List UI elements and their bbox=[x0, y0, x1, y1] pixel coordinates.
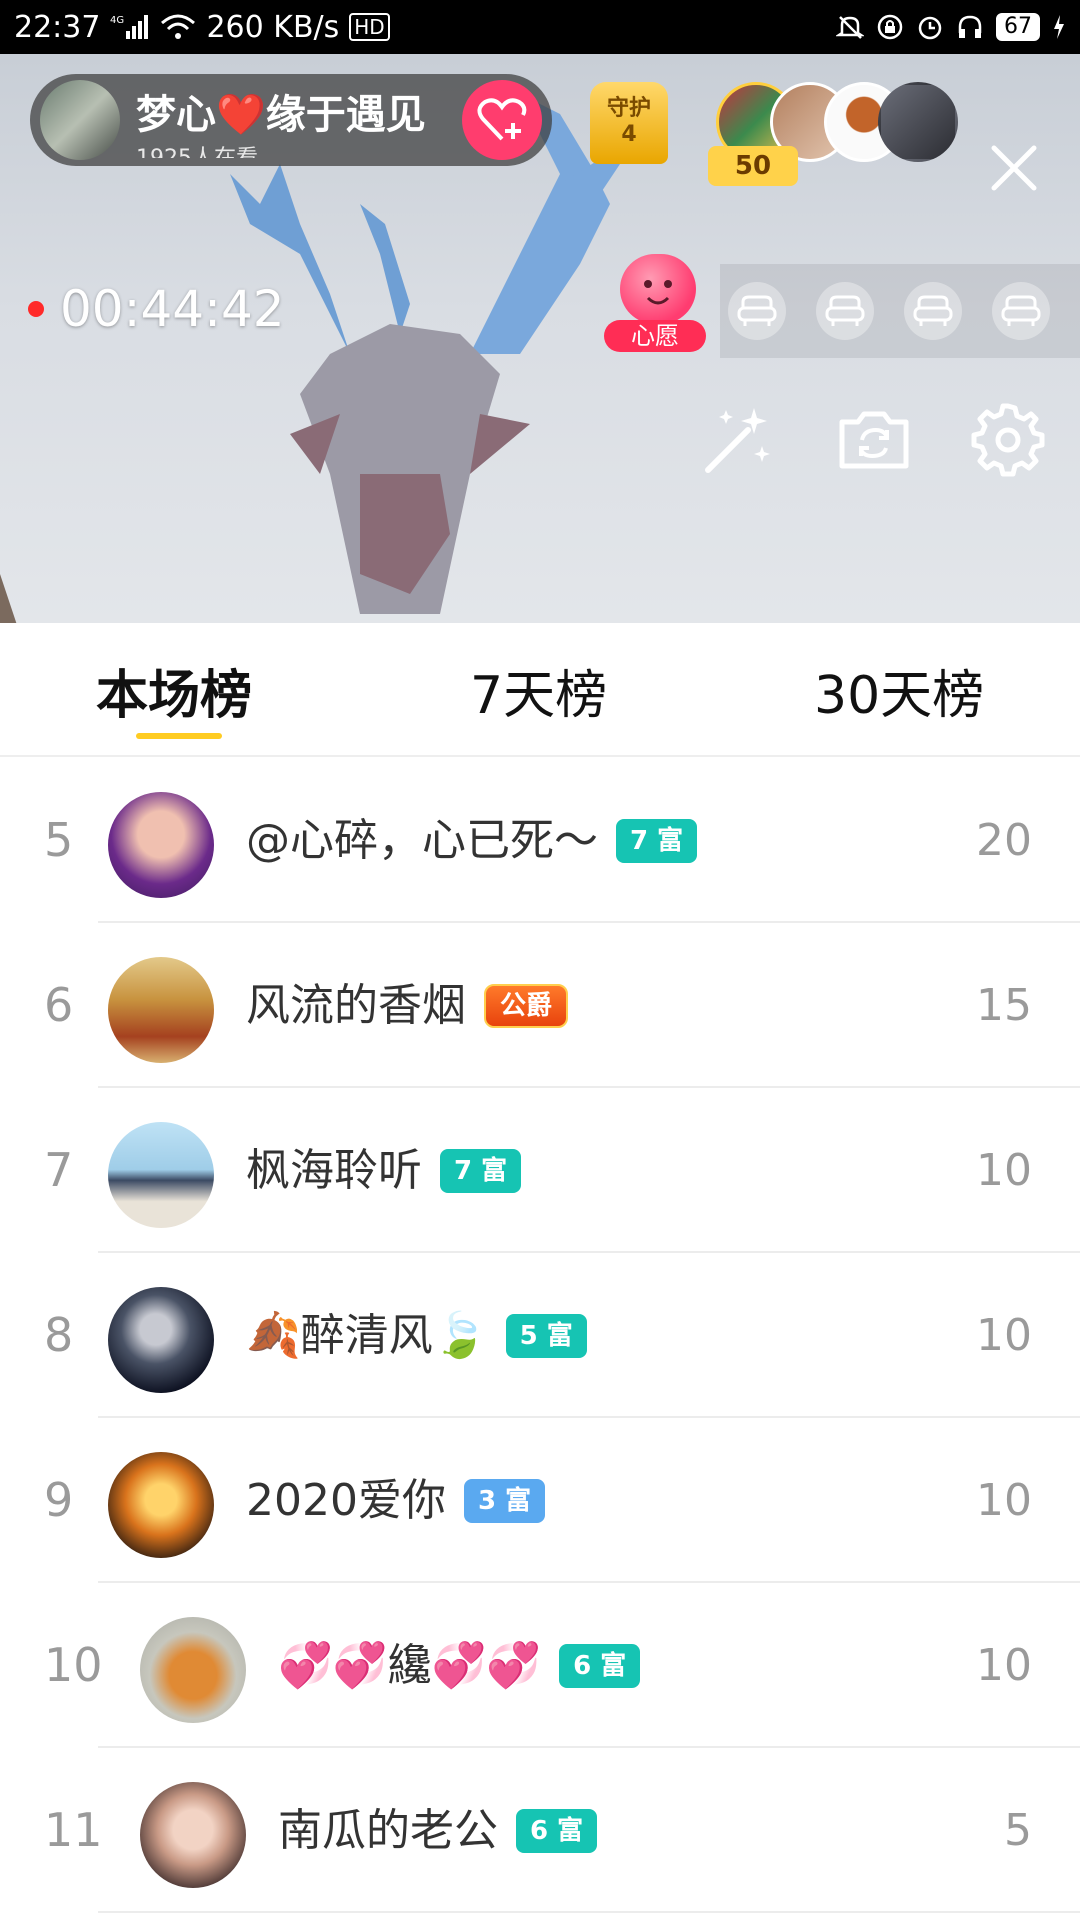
wealth-level-badge: 5 富 bbox=[505, 1313, 587, 1358]
network-type: 4G bbox=[110, 15, 124, 26]
guard-count: 4 bbox=[621, 122, 637, 147]
user-name: @心碎，心已死～ bbox=[246, 815, 598, 866]
user-name-wrap: 🍂醉清风🍃 5 富 bbox=[246, 1253, 587, 1418]
wish-label: 心愿 bbox=[604, 320, 706, 352]
contribution-value: 20 bbox=[976, 815, 1032, 866]
status-bar: 22:37 4G 260 KB/s HD 67 bbox=[0, 0, 1080, 54]
audience-avatars[interactable]: 50 bbox=[708, 82, 958, 212]
heart-plus-icon bbox=[477, 98, 527, 141]
sofa-seat-icon[interactable] bbox=[904, 282, 962, 340]
wealth-level-badge: 6 富 bbox=[516, 1808, 598, 1853]
contribution-value: 15 bbox=[976, 980, 1032, 1031]
camera-flip-icon[interactable] bbox=[834, 400, 914, 480]
contribution-value: 10 bbox=[976, 1310, 1032, 1361]
host-avatar[interactable] bbox=[40, 80, 120, 160]
wealth-level-badge: 3 富 bbox=[463, 1478, 546, 1523]
user-avatar[interactable] bbox=[140, 1617, 246, 1723]
audience-avatar[interactable] bbox=[878, 82, 958, 162]
close-icon[interactable] bbox=[984, 138, 1044, 198]
sofa-seat-icon[interactable] bbox=[992, 282, 1050, 340]
user-name-wrap: 2020爱你 3 富 bbox=[246, 1418, 546, 1583]
user-name-wrap: 💞💞纔💞💞 6 富 bbox=[278, 1583, 641, 1748]
mute-icon bbox=[836, 13, 864, 41]
list-item[interactable]: 9 2020爱你 3 富 10 bbox=[0, 1418, 1080, 1583]
user-name: 南瓜的老公 bbox=[278, 1805, 498, 1856]
recording-dot-icon bbox=[28, 301, 44, 317]
live-video-area[interactable]: 梦心❤️缘于遇见 1925人在看 守护 4 50 00:44:42 bbox=[0, 54, 1080, 623]
list-item[interactable]: 8 🍂醉清风🍃 5 富 10 bbox=[0, 1253, 1080, 1418]
gear-icon[interactable] bbox=[968, 400, 1048, 480]
alarm-icon bbox=[916, 13, 944, 41]
rank-number: 10 bbox=[44, 1638, 103, 1692]
user-name: 2020爱你 bbox=[246, 1475, 446, 1526]
signal-icon: 4G bbox=[110, 13, 150, 41]
list-item[interactable]: 5 @心碎，心已死～ 7 富 20 bbox=[0, 758, 1080, 923]
audience-count-badge: 50 bbox=[708, 146, 798, 186]
user-avatar[interactable] bbox=[108, 1122, 214, 1228]
active-tab-indicator bbox=[136, 733, 222, 739]
host-name: 梦心❤️缘于遇见 bbox=[136, 92, 426, 138]
wealth-level-badge: 7 富 bbox=[440, 1148, 522, 1193]
ranking-tabs: 本场榜 7天榜 30天榜 bbox=[0, 623, 1080, 757]
user-avatar[interactable] bbox=[108, 1287, 214, 1393]
user-name: 💞💞纔💞💞 bbox=[278, 1640, 542, 1691]
viewer-count: 1925人在看 bbox=[136, 140, 462, 158]
list-item[interactable]: 11 南瓜的老公 6 富 5 bbox=[0, 1748, 1080, 1913]
charging-icon bbox=[1052, 13, 1066, 41]
user-avatar[interactable] bbox=[140, 1782, 246, 1888]
contribution-value: 10 bbox=[976, 1475, 1032, 1526]
status-time: 22:37 bbox=[14, 9, 101, 45]
user-avatar[interactable] bbox=[108, 957, 214, 1063]
user-name-wrap: 南瓜的老公 6 富 bbox=[278, 1748, 598, 1913]
crown-icon: 守护 4 bbox=[590, 82, 668, 164]
wish-button[interactable]: 心愿 bbox=[602, 254, 708, 358]
user-avatar[interactable] bbox=[108, 792, 214, 898]
list-item[interactable]: 6 风流的香烟 公爵 15 bbox=[0, 923, 1080, 1088]
rank-number: 11 bbox=[44, 1803, 103, 1857]
sofa-seat-icon[interactable] bbox=[728, 282, 786, 340]
sofa-seat-icon[interactable] bbox=[816, 282, 874, 340]
user-name: 风流的香烟 bbox=[246, 980, 466, 1031]
wealth-level-badge: 7 富 bbox=[616, 818, 698, 863]
wifi-icon bbox=[160, 13, 196, 41]
list-item[interactable]: 10 💞💞纔💞💞 6 富 10 bbox=[0, 1583, 1080, 1748]
divider bbox=[98, 1911, 1080, 1913]
tab-this-session[interactable]: 本场榜 bbox=[96, 653, 252, 728]
list-item[interactable]: 7 枫海聆听 7 富 10 bbox=[0, 1088, 1080, 1253]
hd-voice-icon: HD bbox=[349, 13, 390, 41]
network-speed: 260 KB/s bbox=[206, 9, 340, 45]
live-timer: 00:44:42 bbox=[28, 280, 285, 338]
follow-button[interactable] bbox=[462, 80, 542, 160]
timer-text: 00:44:42 bbox=[60, 280, 285, 338]
smiling-heart-icon bbox=[620, 254, 696, 324]
battery-indicator: 67 bbox=[996, 13, 1040, 41]
wealth-level-badge: 6 富 bbox=[559, 1643, 641, 1688]
lock-rotation-icon bbox=[876, 13, 904, 41]
user-name-wrap: 风流的香烟 公爵 bbox=[246, 923, 569, 1088]
user-avatar[interactable] bbox=[108, 1452, 214, 1558]
mic-seats bbox=[720, 264, 1080, 358]
host-info-pill[interactable]: 梦心❤️缘于遇见 1925人在看 bbox=[30, 74, 552, 166]
tab-30-days[interactable]: 30天榜 bbox=[814, 653, 984, 728]
user-name: 枫海聆听 bbox=[246, 1145, 422, 1196]
contribution-value: 5 bbox=[1004, 1805, 1032, 1856]
user-name-wrap: 枫海聆听 7 富 bbox=[246, 1088, 522, 1253]
headphones-icon bbox=[956, 13, 984, 41]
contribution-value: 10 bbox=[976, 1145, 1032, 1196]
tab-7-days[interactable]: 7天榜 bbox=[470, 653, 607, 728]
user-name-wrap: @心碎，心已死～ 7 富 bbox=[246, 758, 698, 923]
guard-label: 守护 bbox=[606, 96, 651, 121]
user-name: 🍂醉清风🍃 bbox=[246, 1310, 488, 1361]
duke-rank-badge: 公爵 bbox=[484, 983, 569, 1028]
magic-wand-icon[interactable] bbox=[698, 400, 778, 480]
contribution-value: 10 bbox=[976, 1640, 1032, 1691]
guard-badge[interactable]: 守护 4 bbox=[586, 82, 672, 182]
